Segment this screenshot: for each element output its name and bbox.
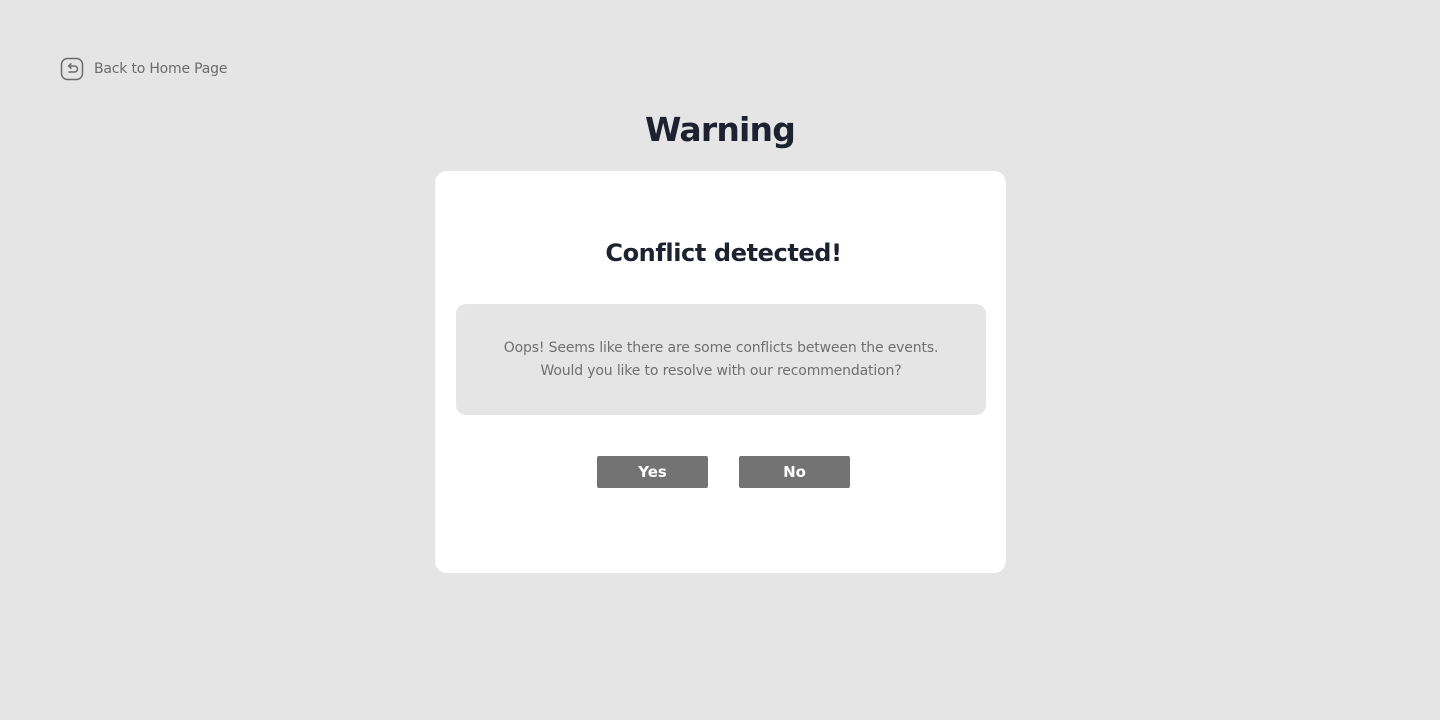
- back-arrow-icon: [60, 57, 84, 81]
- no-button[interactable]: No: [739, 456, 850, 488]
- page-title: Warning: [644, 110, 796, 149]
- message-line: Oops! Seems like there are some conflict…: [503, 339, 939, 356]
- back-to-home-link[interactable]: Back to Home Page: [60, 56, 227, 82]
- message-box: Oops! Seems like there are some conflict…: [456, 304, 986, 415]
- dialog-title: Conflict detected!: [605, 239, 842, 267]
- conflict-dialog: Conflict detected! Oops! Seems like ther…: [435, 171, 1006, 573]
- message-line: Would you like to resolve with our recom…: [540, 362, 902, 379]
- back-link-label: Back to Home Page: [94, 61, 228, 77]
- yes-button[interactable]: Yes: [597, 456, 708, 488]
